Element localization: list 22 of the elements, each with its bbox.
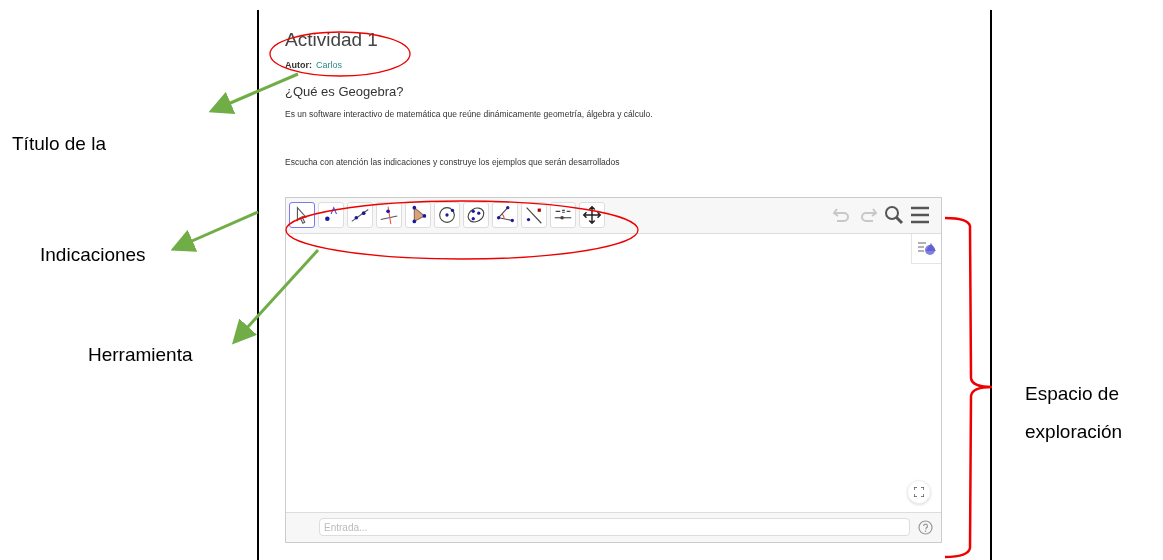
annotation-label: Indicaciones (40, 243, 146, 267)
circle-icon (436, 204, 458, 226)
input-field[interactable]: Entrada... (319, 518, 910, 536)
ellipse-icon (465, 204, 487, 226)
annotation-label: Herramienta (88, 343, 193, 367)
fullscreen-button[interactable] (907, 479, 931, 504)
help-icon[interactable] (918, 519, 933, 535)
annotation-label: Espacio de exploración (1025, 382, 1124, 444)
move-arrows-icon (581, 204, 603, 226)
fullscreen-icon (914, 486, 924, 497)
perpendicular-line-icon (378, 204, 400, 226)
author-link[interactable]: Carlos (316, 59, 342, 73)
author-label: Autor: (285, 59, 312, 72)
tool-button[interactable] (289, 202, 315, 228)
annotation-label: Título de la (12, 132, 106, 156)
paragraph: Escucha con atención las indicaciones y construye los ejemplos que serán desarrollados (285, 155, 621, 169)
search-icon[interactable] (884, 205, 904, 225)
menu-icon[interactable] (910, 206, 930, 224)
algebra-toggle-button[interactable] (911, 233, 941, 264)
algebra-view-icon (916, 240, 937, 256)
section-heading: ¿Qué es Geogebra? (285, 82, 405, 101)
paragraph: Es un software interactivo de matemática que reúne dinámicamente geometría, álgebra y cálculo. (285, 108, 654, 121)
